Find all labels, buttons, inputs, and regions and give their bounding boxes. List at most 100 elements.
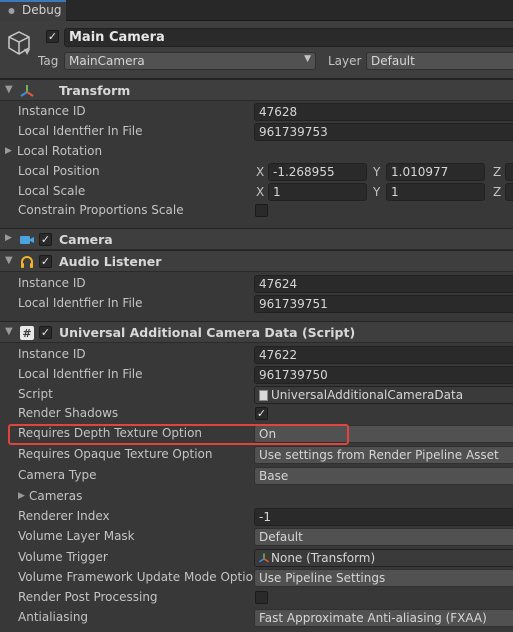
layer-value: Default — [371, 54, 415, 68]
constrain-scale-label: Constrain Proportions Scale — [18, 203, 184, 217]
headphones-icon — [21, 256, 33, 268]
antialiasing-label: Antialiasing — [18, 610, 89, 624]
render-post-row: Render Post Processing — [0, 588, 513, 608]
tag-label: Tag — [38, 54, 59, 68]
local-id-field[interactable]: 961739751 — [254, 295, 513, 313]
layer-label: Layer — [328, 54, 362, 68]
transform-instance-id-row: Instance ID 47628 — [0, 102, 513, 122]
volume-framework-label: Volume Framework Update Mode Option — [18, 570, 261, 584]
volume-framework-dropdown[interactable]: Use Pipeline Settings — [254, 569, 513, 587]
local-position-label: Local Position — [18, 164, 100, 178]
local-id-field[interactable]: 961739750 — [254, 366, 513, 384]
script-object-field[interactable]: UniversalAdditionalCameraData — [254, 386, 513, 404]
foldout-collapsed-icon[interactable]: ▶ — [18, 491, 25, 501]
transform-axes-icon — [259, 553, 269, 563]
script-label: Script — [18, 387, 53, 401]
local-scale-row: Local Scale X 1 Y 1 Z — [0, 182, 513, 202]
local-id-field[interactable]: 961739753 — [254, 123, 513, 141]
position-z-field[interactable] — [505, 163, 513, 181]
tab-bar: Debug — [0, 0, 513, 21]
render-shadows-checkbox[interactable]: ✓ — [255, 407, 268, 420]
opaque-texture-row: Requires Opaque Texture Option Use setti… — [0, 445, 513, 465]
local-rotation-row[interactable]: ▶ Local Rotation — [0, 142, 513, 162]
volume-mask-row: Volume Layer Mask Default — [0, 527, 513, 547]
foldout-expanded-icon[interactable]: ▼ — [5, 84, 13, 95]
audio-listener-header[interactable]: ▼ ✓ Audio Listener — [0, 250, 513, 272]
local-id-label: Local Identfier In File — [18, 367, 143, 381]
instance-id-field[interactable]: 47622 — [254, 346, 513, 364]
foldout-expanded-icon[interactable]: ▼ — [5, 326, 13, 337]
camera-type-row: Camera Type Base — [0, 466, 513, 486]
axis-x-label[interactable]: X — [256, 185, 264, 199]
axis-y-label[interactable]: Y — [373, 185, 380, 199]
constrain-scale-row: Constrain Proportions Scale — [0, 201, 513, 221]
instance-id-label: Instance ID — [18, 104, 86, 118]
transform-title: Transform — [59, 83, 131, 98]
cameras-label: Cameras — [29, 489, 83, 503]
uacd-title: Universal Additional Camera Data (Script… — [59, 325, 356, 340]
position-x-field[interactable]: -1.268955 — [268, 163, 367, 181]
script-hash-icon: # — [20, 326, 34, 340]
tag-value: MainCamera — [69, 54, 145, 68]
scale-x-field[interactable]: 1 — [268, 183, 367, 201]
tag-dropdown[interactable]: MainCamera ▼ — [64, 52, 316, 70]
camera-title: Camera — [59, 232, 113, 247]
object-name-field[interactable]: Main Camera — [64, 28, 513, 47]
volume-trigger-value: None (Transform) — [271, 551, 376, 565]
volume-trigger-label: Volume Trigger — [18, 550, 108, 564]
audio-listener-enabled-checkbox[interactable]: ✓ — [39, 255, 52, 268]
uacd-enabled-checkbox[interactable]: ✓ — [39, 326, 52, 339]
constrain-scale-checkbox[interactable] — [255, 204, 268, 217]
instance-id-label: Instance ID — [18, 347, 86, 361]
camera-header[interactable]: ▶ ✓ Camera — [0, 228, 513, 250]
uacd-local-id-row: Local Identfier In File 961739750 — [0, 365, 513, 385]
icon-dropdown-arrow-icon[interactable]: ▼ — [24, 47, 30, 56]
lock-icon — [8, 8, 15, 14]
foldout-collapsed-icon[interactable]: ▶ — [5, 233, 12, 243]
instance-id-field[interactable]: 47628 — [254, 103, 513, 121]
uacd-instance-id-row: Instance ID 47622 — [0, 345, 513, 365]
volume-mask-dropdown[interactable]: Default — [254, 528, 513, 546]
opaque-texture-dropdown[interactable]: Use settings from Render Pipeline Asset — [254, 446, 513, 464]
svg-text:#: # — [22, 327, 31, 340]
camera-icon — [20, 236, 34, 244]
render-shadows-row: Render Shadows ✓ — [0, 404, 513, 424]
tab-debug[interactable]: Debug — [0, 0, 66, 21]
transform-axes-icon — [20, 85, 34, 97]
foldout-collapsed-icon[interactable]: ▶ — [5, 146, 12, 156]
axis-x-label[interactable]: X — [256, 165, 264, 179]
tab-label: Debug — [22, 3, 62, 17]
antialiasing-dropdown[interactable]: Fast Approximate Anti-aliasing (FXAA) — [254, 609, 513, 627]
audio-local-id-row: Local Identfier In File 961739751 — [0, 294, 513, 314]
instance-id-field[interactable]: 47624 — [254, 275, 513, 293]
render-post-checkbox[interactable] — [255, 591, 268, 604]
volume-trigger-field[interactable]: None (Transform) — [254, 549, 513, 567]
camera-enabled-checkbox[interactable]: ✓ — [39, 233, 52, 246]
object-header: ▼ ✓ Main Camera Tag MainCamera ▼ Layer D… — [0, 21, 513, 79]
render-shadows-label: Render Shadows — [18, 406, 119, 420]
position-y-field[interactable]: 1.010977 — [386, 163, 485, 181]
scale-y-field[interactable]: 1 — [386, 183, 485, 201]
instance-id-label: Instance ID — [18, 276, 86, 290]
transform-local-id-row: Local Identfier In File 961739753 — [0, 122, 513, 142]
uacd-header[interactable]: ▼ # ✓ Universal Additional Camera Data (… — [0, 321, 513, 343]
transform-header[interactable]: ▼ Transform — [0, 79, 513, 101]
foldout-expanded-icon[interactable]: ▼ — [5, 255, 13, 266]
local-id-label: Local Identfier In File — [18, 296, 143, 310]
local-id-label: Local Identfier In File — [18, 124, 143, 138]
axis-z-label[interactable]: Z — [493, 185, 501, 199]
render-post-label: Render Post Processing — [18, 590, 158, 604]
antialiasing-row: Antialiasing Fast Approximate Anti-alias… — [0, 608, 513, 628]
local-scale-label: Local Scale — [18, 184, 86, 198]
volume-mask-label: Volume Layer Mask — [18, 529, 135, 543]
renderer-index-field[interactable]: -1 — [254, 508, 513, 526]
object-active-checkbox[interactable]: ✓ — [46, 30, 59, 43]
script-file-icon — [259, 390, 268, 401]
cameras-row[interactable]: ▶ Cameras — [0, 487, 513, 507]
camera-type-dropdown[interactable]: Base — [254, 467, 513, 485]
axis-z-label[interactable]: Z — [493, 165, 501, 179]
layer-dropdown[interactable]: Default — [366, 52, 513, 70]
scale-z-field[interactable] — [505, 183, 513, 201]
chevron-down-icon: ▼ — [304, 54, 311, 64]
axis-y-label[interactable]: Y — [373, 165, 380, 179]
